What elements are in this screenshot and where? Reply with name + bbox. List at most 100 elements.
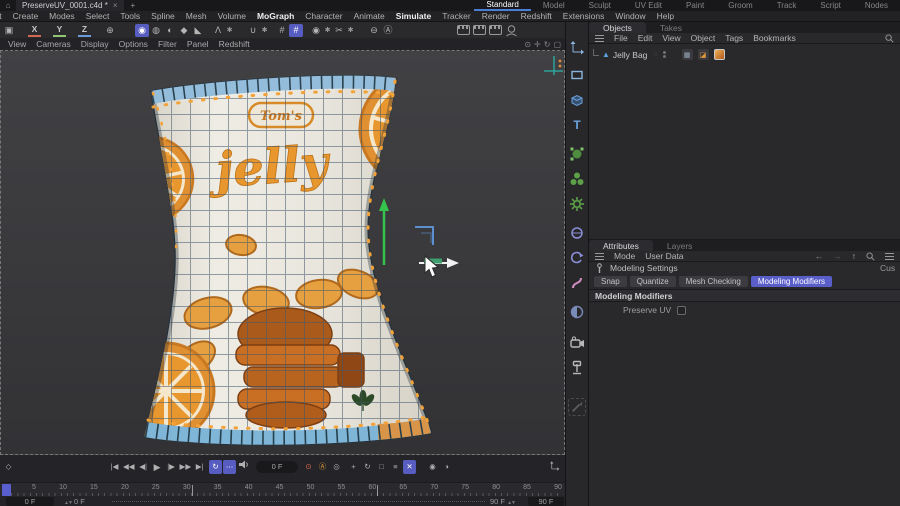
attributes-menu-userdata[interactable]: User Data	[645, 251, 683, 261]
untriangulate-icon[interactable]: ⊖	[367, 24, 381, 37]
preview-range-slider[interactable]	[112, 501, 485, 502]
render-view-button[interactable]	[457, 25, 470, 35]
layout-tab-paint[interactable]: Paint	[674, 0, 716, 11]
next-key-button[interactable]: ▶▶	[179, 460, 193, 474]
history-back-icon[interactable]: ←	[815, 251, 824, 261]
object-row-jelly-bag[interactable]: ▲ Jelly Bag ◌ ▦ ◪	[589, 48, 900, 61]
record-rotation-toggle[interactable]: ↻	[361, 460, 374, 474]
layout-tab-model[interactable]: Model	[531, 0, 577, 11]
viewport-pan-icon[interactable]: ✛	[534, 40, 541, 49]
menu-tools[interactable]: Tools	[120, 11, 140, 21]
spline-mask-deformer-icon[interactable]	[568, 224, 586, 242]
objects-menu-edit[interactable]: Edit	[638, 33, 653, 43]
snap-vertex-icon[interactable]: ◍	[149, 24, 163, 37]
objects-search-icon[interactable]	[885, 34, 894, 43]
playhead[interactable]	[2, 484, 11, 496]
loop-mode-button[interactable]: ↻	[209, 460, 222, 474]
menu-modes[interactable]: Modes	[49, 11, 75, 21]
viewport-camera-icon[interactable]: ⊙	[524, 40, 531, 49]
menu-mograph[interactable]: MoGraph	[257, 11, 294, 21]
solo-off-button[interactable]: ◉	[426, 460, 439, 474]
menu-extensions[interactable]: Extensions	[563, 11, 605, 21]
camera-object-icon[interactable]	[568, 334, 586, 352]
stage-object-icon[interactable]	[568, 359, 586, 377]
previous-key-button[interactable]: ◀◀	[122, 460, 136, 474]
jelly-bag-model[interactable]: Tom's jelly	[101, 60, 484, 444]
objects-tree[interactable]: ▲ Jelly Bag ◌ ▦ ◪	[589, 44, 900, 240]
viewport-maximize-icon[interactable]: ▢	[553, 40, 561, 49]
bend-deformer-icon[interactable]	[568, 274, 586, 292]
range-start-field[interactable]: 0 F	[6, 497, 54, 506]
tab-objects[interactable]: Objects	[589, 22, 646, 33]
tab-attributes[interactable]: Attributes	[589, 240, 653, 251]
cloner-generator-icon[interactable]	[568, 170, 586, 188]
workplane-settings-icon[interactable]: ✱	[225, 24, 234, 37]
quantize-enable-icon[interactable]: #	[289, 24, 303, 37]
goto-start-button[interactable]: |◀	[108, 460, 121, 474]
close-tab-icon[interactable]: ×	[113, 1, 118, 10]
layout-tab-uvedit[interactable]: UV Edit	[623, 0, 674, 11]
workplane-box-icon[interactable]: ▣	[2, 24, 16, 37]
objects-menu-bookmarks[interactable]: Bookmarks	[753, 33, 796, 43]
magnet-snap-icon[interactable]: ∪	[246, 24, 260, 37]
new-tab-button[interactable]: +	[124, 1, 143, 10]
attributes-burger-icon[interactable]	[595, 253, 604, 260]
snap-enable-icon[interactable]: ◉	[135, 24, 149, 37]
menu-edit[interactable]: Edit	[0, 11, 2, 21]
visibility-toggles[interactable]	[663, 51, 666, 58]
field-object-icon[interactable]	[568, 303, 586, 321]
timeline-layout-icon[interactable]	[548, 460, 561, 474]
tab-takes[interactable]: Takes	[646, 22, 696, 33]
objects-menu-view[interactable]: View	[662, 33, 680, 43]
viewport-menu-options[interactable]: Options	[119, 39, 148, 49]
bodypaint-head-icon[interactable]	[505, 24, 519, 37]
record-keyframe-button[interactable]: ⊙	[302, 460, 315, 474]
goto-end-button[interactable]: ▶|	[193, 460, 206, 474]
sound-button[interactable]	[237, 460, 250, 474]
menu-volume[interactable]: Volume	[218, 11, 246, 21]
menu-character[interactable]: Character	[305, 11, 342, 21]
objects-menu-object[interactable]: Object	[691, 33, 716, 43]
attributes-filter-icon[interactable]	[885, 253, 894, 260]
layout-tab-groom[interactable]: Groom	[716, 0, 764, 11]
current-frame-field[interactable]: 0 F	[256, 461, 298, 473]
snap-polygon-icon[interactable]: ◆	[177, 24, 191, 37]
menu-render[interactable]: Render	[482, 11, 510, 21]
axis-lock-x[interactable]: X	[28, 24, 41, 37]
display-tag-icon[interactable]: ▦	[682, 49, 693, 60]
object-state-dot[interactable]: ◌	[653, 51, 657, 58]
knife-settings-icon[interactable]: ✱	[346, 24, 355, 37]
tab-button-mesh-checking[interactable]: Mesh Checking	[679, 276, 748, 287]
layout-tab-standard[interactable]: Standard	[474, 0, 530, 11]
menu-window[interactable]: Window	[615, 11, 645, 21]
record-parameter-toggle[interactable]: ≡	[389, 460, 402, 474]
spline-rectangle-icon[interactable]	[568, 66, 586, 84]
texture-tag-icon[interactable]	[714, 49, 725, 60]
record-scale-toggle[interactable]: □	[375, 460, 388, 474]
tab-button-modeling-modifiers[interactable]: Modeling Modifiers	[751, 276, 832, 287]
preserve-uv-checkbox[interactable]	[677, 306, 686, 315]
layout-tab-script[interactable]: Script	[808, 0, 852, 11]
objects-burger-icon[interactable]	[595, 35, 604, 42]
modeling-axis-icon[interactable]: ◉	[309, 24, 323, 37]
keyframe-selection-button[interactable]: ◎	[330, 460, 343, 474]
auto-mode-icon[interactable]: Ⓐ	[381, 24, 395, 37]
snap-spline-icon[interactable]: ◣	[191, 24, 205, 37]
axis-lock-y[interactable]: Y	[53, 24, 66, 37]
render-picture-viewer-button[interactable]	[473, 25, 486, 35]
menu-tracker[interactable]: Tracker	[442, 11, 471, 21]
layout-tab-sculpt[interactable]: Sculpt	[577, 0, 623, 11]
volume-generator-icon[interactable]	[568, 195, 586, 213]
parent-object-icon[interactable]: ↑	[852, 251, 856, 261]
keyframe-diamond-icon[interactable]: ◇	[2, 460, 15, 474]
viewport-orbit-icon[interactable]: ↻	[544, 40, 551, 49]
quantize-icon[interactable]: #	[275, 24, 289, 37]
timeline-ruler[interactable]: 05 1015 2025 3035 4045 5055 6065 7075 80…	[0, 482, 565, 496]
interpolation-button[interactable]: ⋯	[223, 460, 236, 474]
viewport-menu-panel[interactable]: Panel	[187, 39, 209, 49]
attributes-search-icon[interactable]	[866, 252, 875, 261]
gizmo-plane-handle[interactable]	[415, 227, 433, 245]
next-frame-button[interactable]: |▶	[165, 460, 178, 474]
tab-button-quantize[interactable]: Quantize	[630, 276, 676, 287]
snap-edge-icon[interactable]: ◐	[163, 24, 177, 37]
